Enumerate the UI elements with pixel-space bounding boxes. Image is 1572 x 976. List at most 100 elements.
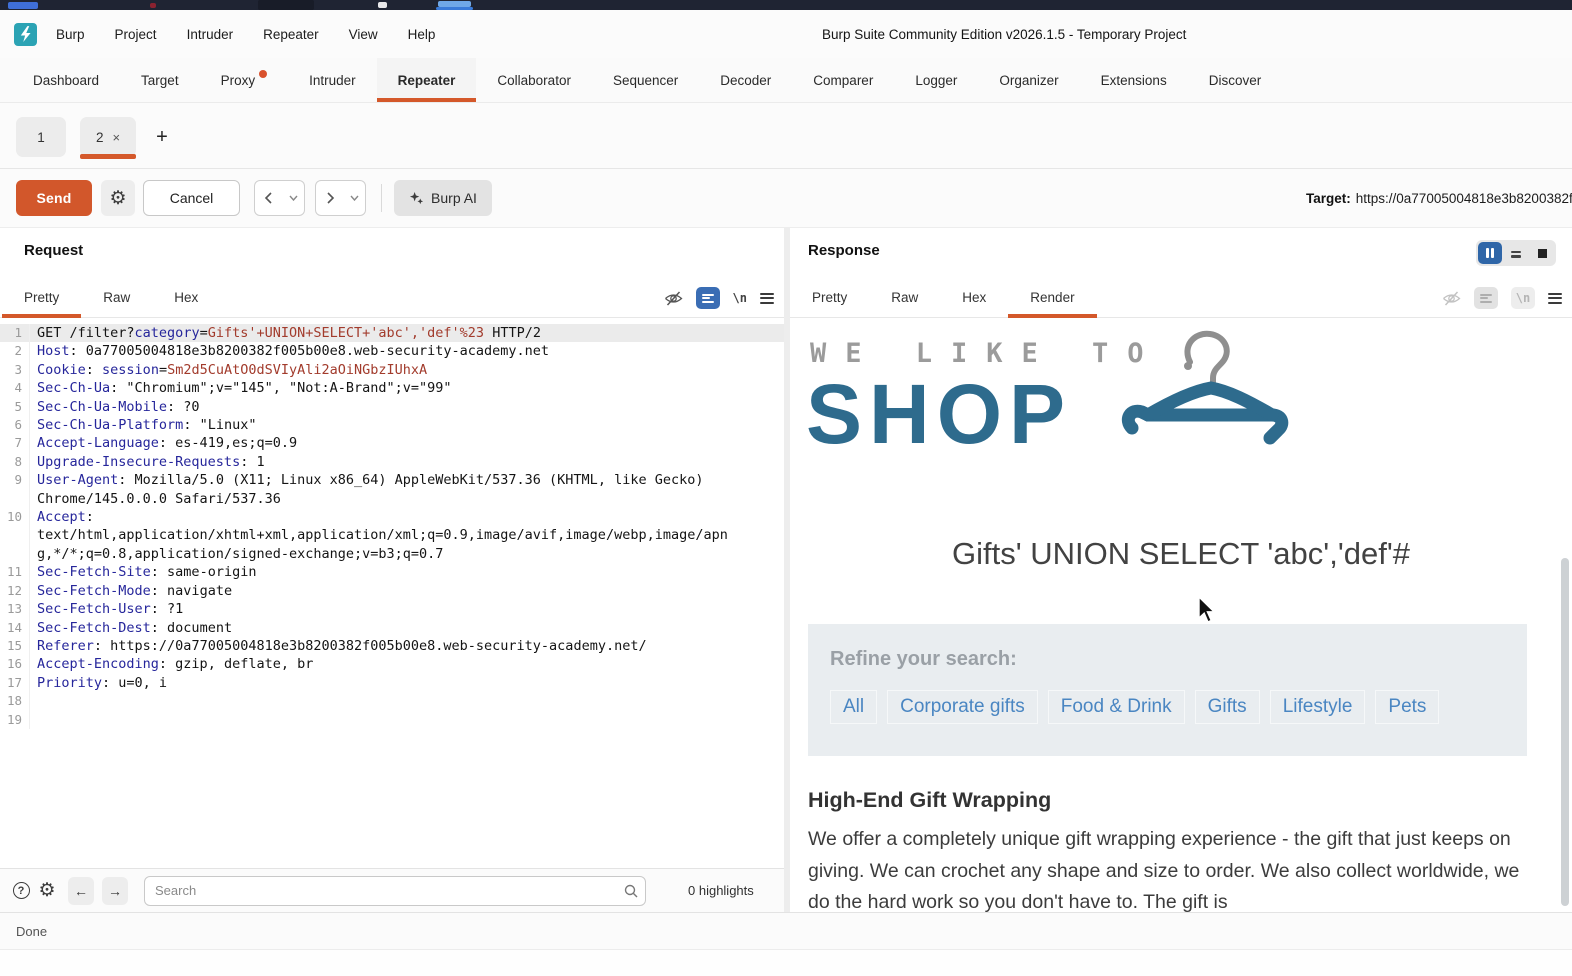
request-line: 6Sec-Ch-Ua-Platform: "Linux" xyxy=(0,416,784,434)
request-tab-hex[interactable]: Hex xyxy=(152,278,220,317)
tab-intruder[interactable]: Intruder xyxy=(288,58,377,102)
menu-burp[interactable]: Burp xyxy=(56,27,85,42)
tab-extensions[interactable]: Extensions xyxy=(1080,58,1188,102)
burp-logo-icon xyxy=(14,23,37,46)
search-previous-button[interactable]: ← xyxy=(68,877,94,905)
search-next-button[interactable]: → xyxy=(102,877,128,905)
next-request-button[interactable] xyxy=(315,180,345,216)
line-text: Upgrade-Insecure-Requests: 1 xyxy=(30,453,265,471)
repeater-tab-2[interactable]: 2× xyxy=(80,117,136,157)
hide-nonprintable-icon[interactable] xyxy=(664,290,683,307)
previous-request-button[interactable] xyxy=(254,180,284,216)
previous-request-dropdown[interactable] xyxy=(283,180,305,216)
tab-label: Dashboard xyxy=(33,73,99,88)
repeater-tab-label: 1 xyxy=(37,130,45,145)
line-number: 6 xyxy=(0,416,30,434)
tab-label: Pretty xyxy=(812,290,847,305)
tab-repeater[interactable]: Repeater xyxy=(377,58,477,102)
tab-label: Organizer xyxy=(999,73,1058,88)
request-line: 7Accept-Language: es-419,es;q=0.9 xyxy=(0,434,784,452)
cancel-button[interactable]: Cancel xyxy=(143,180,240,216)
tab-discover[interactable]: Discover xyxy=(1188,58,1283,102)
request-line: 15Referer: https://0a77005004818e3b82003… xyxy=(0,637,784,655)
line-number: 18 xyxy=(0,692,30,710)
send-button[interactable]: Send xyxy=(16,180,92,216)
tab-label: Render xyxy=(1030,290,1074,305)
menu-help[interactable]: Help xyxy=(408,27,436,42)
line-number: 8 xyxy=(0,453,30,471)
tab-logger[interactable]: Logger xyxy=(894,58,978,102)
request-menu-icon[interactable] xyxy=(760,290,774,306)
tab-dashboard[interactable]: Dashboard xyxy=(12,58,120,102)
taskbar-app-icon xyxy=(150,3,156,8)
product-section-text: We offer a completely unique gift wrappi… xyxy=(808,824,1534,912)
tab-sequencer[interactable]: Sequencer xyxy=(592,58,699,102)
menu-intruder[interactable]: Intruder xyxy=(187,27,234,42)
search-input[interactable] xyxy=(144,876,646,906)
add-tab-button[interactable]: + xyxy=(148,117,176,157)
line-text: Accept-Language: es-419,es;q=0.9 xyxy=(30,434,297,452)
category-link-food-drink[interactable]: Food & Drink xyxy=(1048,690,1185,724)
syntax-highlight-icon xyxy=(1474,287,1498,309)
repeater-toolbar: Send ⚙ Cancel Burp AI Target: https://0a… xyxy=(0,169,1572,228)
menu-repeater[interactable]: Repeater xyxy=(263,27,319,42)
burp-ai-button[interactable]: Burp AI xyxy=(394,180,492,216)
menu-project[interactable]: Project xyxy=(115,27,157,42)
search-settings-gear-icon[interactable]: ⚙ xyxy=(34,878,60,904)
tab-label: Discover xyxy=(1209,73,1262,88)
request-line: 5Sec-Ch-Ua-Mobile: ?0 xyxy=(0,398,784,416)
request-panel-title: Request xyxy=(24,242,83,259)
line-number: 1 xyxy=(0,324,30,342)
category-link-pets[interactable]: Pets xyxy=(1375,690,1439,724)
syntax-highlight-icon[interactable] xyxy=(696,287,720,309)
tab-target[interactable]: Target xyxy=(120,58,200,102)
tab-collaborator[interactable]: Collaborator xyxy=(476,58,592,102)
response-tab-hex[interactable]: Hex xyxy=(940,278,1008,317)
line-text: User-Agent: Mozilla/5.0 (X11; Linux x86_… xyxy=(30,471,729,508)
category-link-all[interactable]: All xyxy=(830,690,877,724)
request-line: 14Sec-Fetch-Dest: document xyxy=(0,619,784,637)
single-layout-icon[interactable] xyxy=(1530,242,1554,264)
response-tab-raw[interactable]: Raw xyxy=(869,278,940,317)
response-tab-render[interactable]: Render xyxy=(1008,278,1096,317)
site-logo-tagline: WE LIKE TO xyxy=(810,338,1163,369)
tab-comparer[interactable]: Comparer xyxy=(792,58,894,102)
response-menu-icon[interactable] xyxy=(1548,290,1562,306)
tab-proxy[interactable]: Proxy xyxy=(200,58,289,102)
help-icon: ? xyxy=(13,882,30,899)
close-tab-icon[interactable]: × xyxy=(112,130,120,145)
tab-label: Proxy xyxy=(221,73,256,88)
newline-toggle-icon[interactable]: \n xyxy=(733,291,747,305)
line-number: 4 xyxy=(0,379,30,397)
tab-label: Comparer xyxy=(813,73,873,88)
tab-label: Raw xyxy=(891,290,918,305)
request-tab-raw[interactable]: Raw xyxy=(81,278,152,317)
help-button[interactable]: ? xyxy=(8,878,34,904)
category-link-gifts[interactable]: Gifts xyxy=(1195,690,1260,724)
line-text: Sec-Fetch-Site: same-origin xyxy=(30,563,256,581)
tab-label: Repeater xyxy=(398,73,456,88)
repeater-tab-1[interactable]: 1 xyxy=(16,117,66,157)
status-text: Done xyxy=(16,924,47,939)
category-link-lifestyle[interactable]: Lifestyle xyxy=(1270,690,1366,724)
highlights-count: 0 highlights xyxy=(688,883,754,898)
category-link-corporate-gifts[interactable]: Corporate gifts xyxy=(887,690,1038,724)
line-number: 19 xyxy=(0,711,30,729)
response-tab-pretty[interactable]: Pretty xyxy=(790,278,869,317)
columns-layout-icon[interactable] xyxy=(1478,242,1502,264)
tab-organizer[interactable]: Organizer xyxy=(978,58,1079,102)
send-settings-gear-icon[interactable]: ⚙ xyxy=(101,180,135,216)
rows-layout-icon[interactable] xyxy=(1504,242,1528,264)
request-editor[interactable]: 1GET /filter?category=Gifts'+UNION+SELEC… xyxy=(0,318,784,868)
category-filter-buttons: All Corporate gifts Food & Drink Gifts Lifes… xyxy=(830,690,1505,724)
chevron-left-icon xyxy=(264,192,274,204)
response-scrollbar-thumb[interactable] xyxy=(1561,558,1569,906)
taskbar-app-icon xyxy=(258,0,314,10)
next-request-dropdown[interactable] xyxy=(344,180,366,216)
repeater-tabbar: 1 2× + xyxy=(0,103,1572,169)
tab-label: Pretty xyxy=(24,290,59,305)
menu-view[interactable]: View xyxy=(349,27,378,42)
tab-decoder[interactable]: Decoder xyxy=(699,58,792,102)
request-line: 10Accept: text/html,application/xhtml+xm… xyxy=(0,508,784,563)
request-tab-pretty[interactable]: Pretty xyxy=(2,278,81,317)
